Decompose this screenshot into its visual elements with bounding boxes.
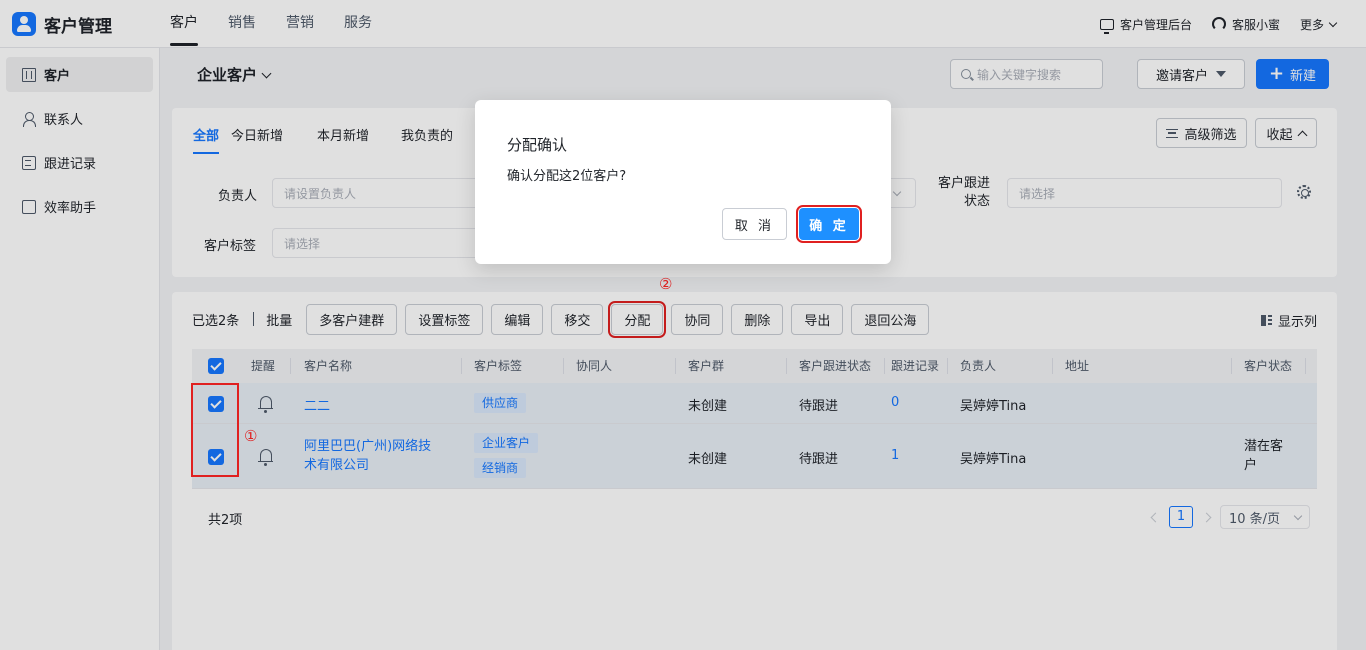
assign-confirm-dialog: 分配确认 确认分配这2位客户? 取 消 确 定 (475, 100, 891, 264)
checkbox-highlight-box (191, 383, 239, 477)
annotation-2: ② (659, 275, 673, 293)
modal-overlay (0, 0, 1366, 650)
annotation-1: ① (244, 427, 258, 445)
confirm-button[interactable]: 确 定 (796, 205, 862, 243)
dialog-title: 分配确认 (507, 136, 568, 154)
cancel-button[interactable]: 取 消 (722, 208, 787, 240)
dialog-message: 确认分配这2位客户? (507, 169, 627, 184)
